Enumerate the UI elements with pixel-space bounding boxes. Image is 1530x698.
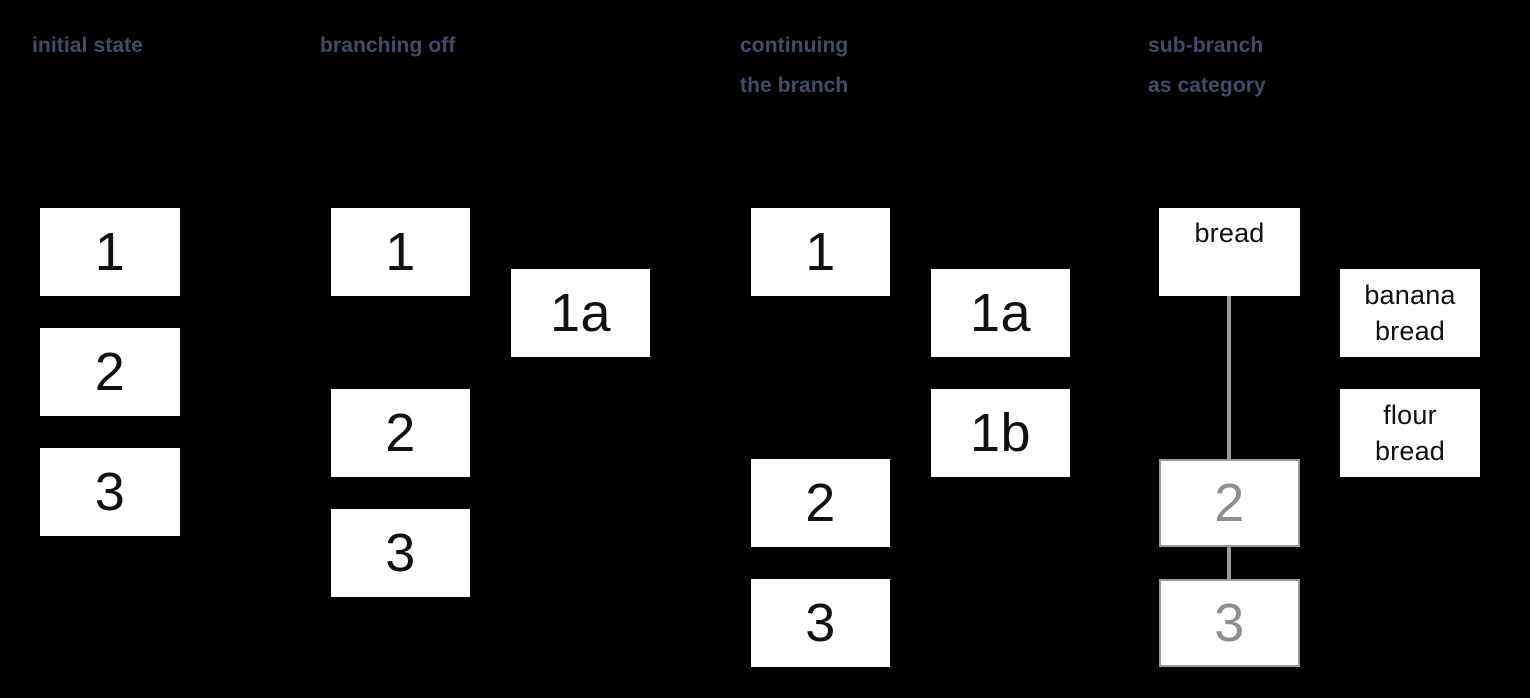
card-2-col1[interactable]: 2 bbox=[40, 328, 180, 416]
card-1a-col3[interactable]: 1a bbox=[931, 269, 1070, 357]
column-header-sub-branch-as-category: sub-branch as category bbox=[1148, 34, 1266, 97]
card-3-col3[interactable]: 3 bbox=[751, 579, 890, 667]
card-3-col2[interactable]: 3 bbox=[331, 509, 470, 597]
card-2-col4[interactable]: 2 bbox=[1159, 459, 1300, 547]
card-flour-bread-col4[interactable]: flour bread bbox=[1340, 389, 1480, 477]
diagram-canvas: initial state branching off continuing t… bbox=[0, 0, 1530, 698]
card-1a-col2[interactable]: 1a bbox=[511, 269, 650, 357]
card-1-col2[interactable]: 1 bbox=[331, 208, 470, 296]
card-bread-col4[interactable]: bread bbox=[1159, 208, 1300, 296]
column-header-continuing-the-branch: continuing the branch bbox=[740, 34, 849, 97]
card-3-col1[interactable]: 3 bbox=[40, 448, 180, 536]
column-header-initial-state: initial state bbox=[32, 34, 143, 57]
card-2-col3[interactable]: 2 bbox=[751, 459, 890, 547]
card-banana-bread-col4[interactable]: banana bread bbox=[1340, 269, 1480, 357]
card-1-col3[interactable]: 1 bbox=[751, 208, 890, 296]
card-2-col2[interactable]: 2 bbox=[331, 389, 470, 477]
connector-2-to-3 bbox=[1227, 544, 1231, 582]
column-header-branching-off: branching off bbox=[320, 34, 456, 57]
card-1b-col3[interactable]: 1b bbox=[931, 389, 1070, 477]
connector-bread-to-2 bbox=[1227, 294, 1231, 464]
card-3-col4[interactable]: 3 bbox=[1159, 579, 1300, 667]
card-1-col1[interactable]: 1 bbox=[40, 208, 180, 296]
